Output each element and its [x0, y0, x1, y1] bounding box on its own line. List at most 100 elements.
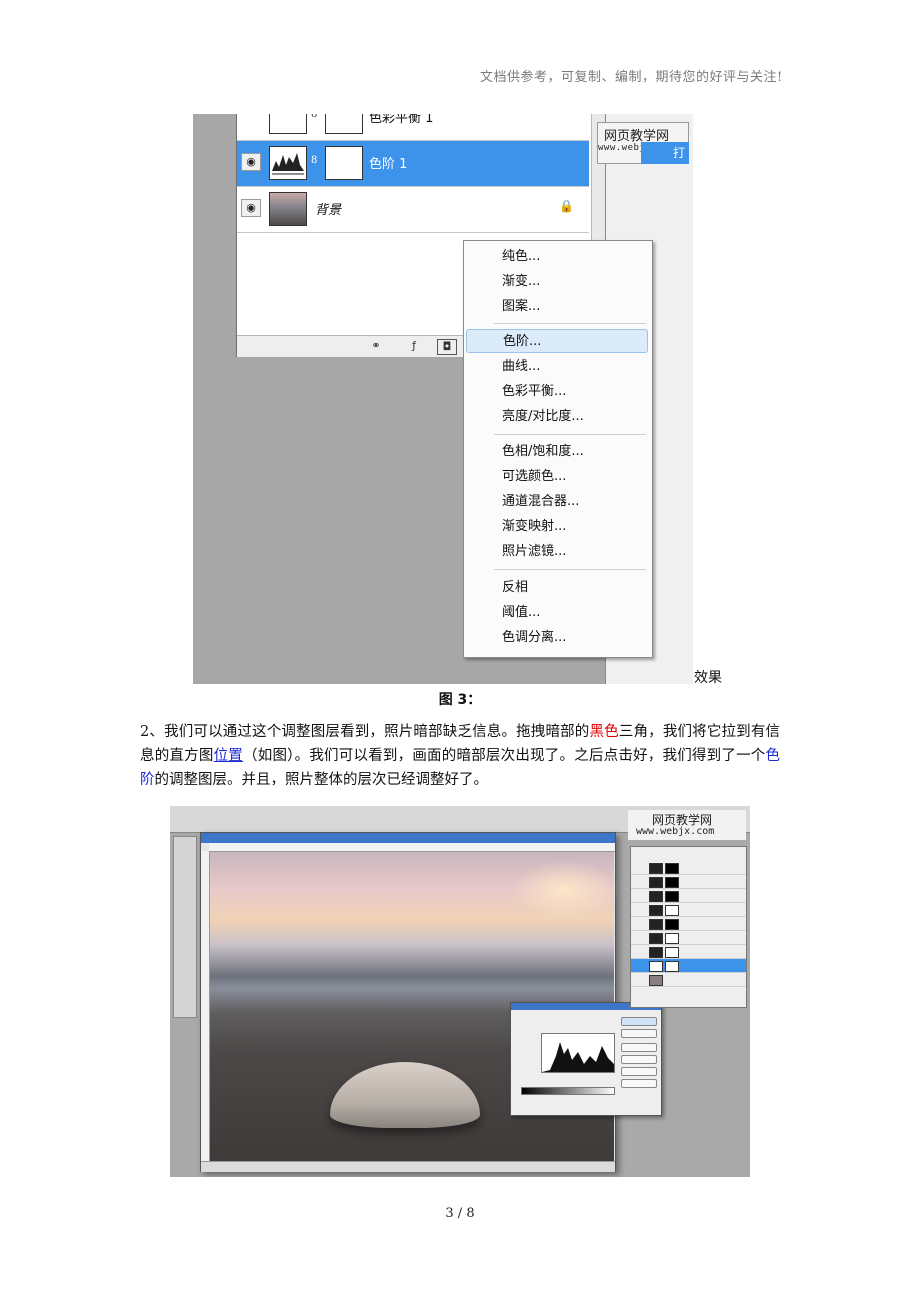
- layer-thumbnail: [649, 975, 663, 986]
- layer-row[interactable]: [631, 945, 746, 959]
- layer-mask-thumbnail: [665, 919, 679, 930]
- link-icon[interactable]: ⚭: [367, 339, 385, 353]
- save-button[interactable]: [621, 1055, 657, 1064]
- layer-row-color-balance[interactable]: 8 色彩平衡 1: [237, 114, 589, 141]
- menu-item-selective-color[interactable]: 可选颜色...: [466, 465, 648, 489]
- histogram: [541, 1033, 615, 1073]
- layer-row[interactable]: [631, 973, 746, 987]
- document-window: [200, 832, 662, 1172]
- menu-item-channel-mixer[interactable]: 通道混合器...: [466, 490, 648, 514]
- watermark: 网页教学网 www.webjx.com: [628, 810, 746, 840]
- link-position[interactable]: 位置: [214, 748, 243, 764]
- layer-thumbnail: [649, 961, 663, 972]
- load-button[interactable]: [621, 1043, 657, 1052]
- layer-thumbnail: [649, 891, 663, 902]
- fx-icon[interactable]: ƒ: [405, 339, 423, 353]
- options-button[interactable]: [621, 1079, 657, 1088]
- layer-row[interactable]: [631, 931, 746, 945]
- layer-mask-thumbnail: [665, 863, 679, 874]
- ruler-left: [201, 851, 210, 1161]
- layer-thumbnail: [649, 947, 663, 958]
- layer-row-selected[interactable]: [631, 959, 746, 973]
- menu-item-hue-saturation[interactable]: 色相/饱和度...: [466, 440, 648, 464]
- cancel-button[interactable]: [621, 1029, 657, 1038]
- layer-row[interactable]: [631, 889, 746, 903]
- layer-mask-thumbnail: [665, 877, 679, 888]
- menu-item-photo-filter[interactable]: 照片滤镜...: [466, 540, 648, 564]
- layer-name: 色阶 1: [369, 157, 408, 172]
- layer-name: 色彩平衡 1: [369, 114, 434, 126]
- layer-thumbnail: [649, 863, 663, 874]
- layer-row[interactable]: [631, 861, 746, 875]
- levels-thumbnail: [269, 146, 307, 180]
- layer-mask-thumbnail: [665, 947, 679, 958]
- eye-icon[interactable]: ◉: [241, 199, 261, 217]
- menu-item-invert[interactable]: 反相: [466, 576, 648, 600]
- menu-item-threshold[interactable]: 阈值...: [466, 601, 648, 625]
- background-thumbnail: [269, 192, 307, 226]
- eye-icon[interactable]: ◉: [241, 153, 261, 171]
- menu-item-color-balance[interactable]: 色彩平衡...: [466, 380, 648, 404]
- layer-name: 背景: [315, 203, 342, 218]
- levels-dialog: [510, 1002, 662, 1116]
- highlight-black: 黑色: [589, 724, 619, 740]
- menu-item-gradient-map[interactable]: 渐变映射...: [466, 515, 648, 539]
- paragraph-text: 2、我们可以通过这个调整图层看到，照片暗部缺乏信息。拖拽暗部的: [140, 724, 590, 740]
- paragraph-text: 的调整图层。并且，照片整体的层次已经调整好了。: [154, 772, 489, 788]
- layer-mask-thumbnail: [665, 905, 679, 916]
- lock-icon: 🔒: [559, 199, 574, 213]
- menu-separator: [494, 434, 646, 435]
- layer-thumbnail: [649, 933, 663, 944]
- layer-mask-thumbnail: [665, 891, 679, 902]
- layer-row-levels[interactable]: ◉ 8 色阶 1: [237, 141, 589, 187]
- chain-icon: 8: [311, 155, 318, 166]
- layer-thumbnail: [649, 919, 663, 930]
- ok-button[interactable]: [621, 1017, 657, 1026]
- auto-button[interactable]: [621, 1067, 657, 1076]
- layer-mask-thumbnail: [325, 146, 363, 180]
- layer-row[interactable]: [631, 903, 746, 917]
- menu-item-posterize[interactable]: 色调分离...: [466, 626, 648, 650]
- histogram-graph: [542, 1042, 614, 1072]
- menu-item-levels[interactable]: 色阶...: [466, 329, 648, 353]
- watermark-url: www.webjx.com: [636, 826, 715, 837]
- layer-thumbnail: [649, 905, 663, 916]
- layer-mask-thumbnail: [325, 114, 363, 134]
- effect-label: 效果: [694, 670, 722, 686]
- toolbox: [173, 836, 197, 1018]
- layer-row-background[interactable]: ◉ 背景 🔒: [237, 187, 589, 233]
- mask-icon[interactable]: ◘: [437, 339, 457, 355]
- seashell: [330, 1062, 480, 1128]
- figure-2-screenshot: 网页教学网 www.webjx.com: [170, 806, 750, 1177]
- menu-item-pattern[interactable]: 图案...: [466, 295, 648, 319]
- sunset-glow: [510, 860, 620, 920]
- menu-item-gradient[interactable]: 渐变...: [466, 270, 648, 294]
- menu-separator: [494, 323, 646, 324]
- figure-1-screenshot: 8 色彩平衡 1 ◉ 8 色阶 1 ◉ 背景 🔒 ⚭ ƒ ◘ 网页教学网 www…: [193, 114, 693, 684]
- menu-item-curves[interactable]: 曲线...: [466, 355, 648, 379]
- layer-thumbnail: [649, 877, 663, 888]
- header-note: 文档供参考，可复制、编制，期待您的好评与关注!: [480, 70, 783, 85]
- layer-mask-thumbnail: [665, 933, 679, 944]
- document-titlebar: [201, 833, 615, 843]
- ruler-top: [209, 843, 615, 852]
- layer-mask-thumbnail: [665, 961, 679, 972]
- status-bar: [201, 1161, 615, 1172]
- side-button[interactable]: 打: [641, 142, 689, 164]
- page-number: 3 / 8: [445, 1206, 475, 1221]
- menu-item-solid-color[interactable]: 纯色...: [466, 245, 648, 269]
- chain-icon: 8: [311, 114, 318, 120]
- layer-row[interactable]: [631, 875, 746, 889]
- menu-item-brightness-contrast[interactable]: 亮度/对比度...: [466, 405, 648, 429]
- layer-thumbnail: [269, 114, 307, 134]
- paragraph-text: （如图）。我们可以看到，画面的暗部层次出现了。之后点击好，我们得到了一个: [243, 748, 766, 764]
- layer-row[interactable]: [631, 917, 746, 931]
- figure-caption: 图 3：: [438, 692, 482, 708]
- output-gradient[interactable]: [521, 1087, 615, 1095]
- layers-panel: [630, 846, 747, 1008]
- beach-photo: [210, 852, 662, 1162]
- menu-separator: [494, 569, 646, 570]
- histogram-icon: [272, 153, 304, 175]
- body-paragraph: 2、我们可以通过这个调整图层看到，照片暗部缺乏信息。拖拽暗部的黑色三角，我们将它…: [140, 720, 780, 792]
- adjustment-menu: 纯色... 渐变... 图案... 色阶... 曲线... 色彩平衡... 亮度…: [463, 240, 653, 658]
